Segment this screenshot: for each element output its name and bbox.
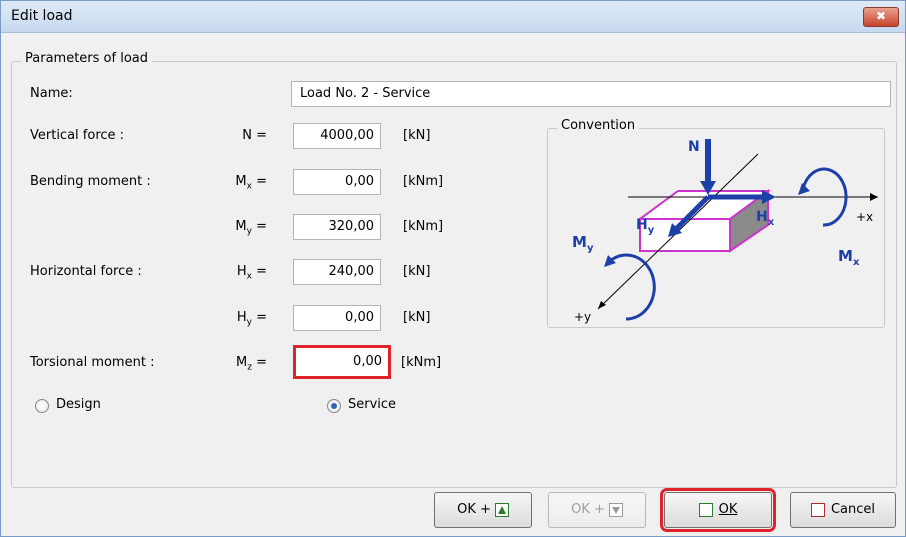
convention-group: N Hx Hy Mx My +x +y xyxy=(547,128,885,328)
arrow-down-icon xyxy=(608,502,623,517)
vertical-force-input[interactable]: 4000,00 xyxy=(293,123,381,149)
my-input[interactable]: 320,00 xyxy=(293,214,381,240)
mz-symbol: Mz = xyxy=(236,355,267,373)
mz-unit: [kNm] xyxy=(401,355,442,370)
ok-label: OK xyxy=(718,502,738,517)
mx-unit: [kNm] xyxy=(403,174,444,189)
design-radio-label[interactable]: Design xyxy=(56,397,101,412)
parameters-group-title: Parameters of load xyxy=(21,51,152,66)
ok-add-above-label: OK + xyxy=(457,502,491,517)
design-radio[interactable] xyxy=(35,399,49,413)
n-symbol: N = xyxy=(242,128,267,143)
convention-diagram: N Hx Hy Mx My +x +y xyxy=(572,139,878,324)
plus-x-label: +x xyxy=(856,210,873,224)
cancel-label: Cancel xyxy=(830,502,876,517)
title-bar: Edit load ✖ xyxy=(1,1,905,33)
arrow-up-icon xyxy=(494,502,509,517)
n-label: N xyxy=(688,139,700,155)
name-input[interactable]: Load No. 2 - Service xyxy=(291,81,891,107)
my-symbol: My = xyxy=(235,219,267,237)
hy-input[interactable]: 0,00 xyxy=(293,305,381,331)
ok-add-above-button[interactable]: OK + xyxy=(434,492,532,528)
vertical-force-label: Vertical force : xyxy=(30,128,125,143)
my-label: My xyxy=(572,233,594,254)
name-label: Name: xyxy=(30,86,73,101)
hx-symbol: Hx = xyxy=(236,264,267,282)
hx-input[interactable]: 240,00 xyxy=(293,259,381,285)
service-radio-label[interactable]: Service xyxy=(348,397,396,412)
edit-load-dialog: Edit load ✖ Parameters of load Name: Loa… xyxy=(0,0,906,537)
bending-moment-label: Bending moment : xyxy=(30,174,151,189)
ok-add-below-label: OK + xyxy=(571,502,605,517)
cancel-x-icon xyxy=(810,502,825,517)
torsional-moment-label: Torsional moment : xyxy=(30,355,155,370)
hy-symbol: Hy = xyxy=(236,310,267,328)
vertical-force-unit: [kN] xyxy=(403,128,431,143)
plus-y-label: +y xyxy=(574,310,591,324)
hy-unit: [kN] xyxy=(403,310,431,325)
checkmark-icon xyxy=(698,502,713,517)
hx-unit: [kN] xyxy=(403,264,431,279)
close-button[interactable]: ✖ xyxy=(863,7,899,27)
horizontal-force-label: Horizontal force : xyxy=(30,264,142,279)
convention-title: Convention xyxy=(557,118,640,133)
mx-label: Mx xyxy=(838,247,860,268)
ok-button[interactable]: OK xyxy=(660,488,776,532)
cancel-button[interactable]: Cancel xyxy=(790,492,896,528)
mz-input[interactable]: 0,00 xyxy=(293,345,391,379)
mx-input[interactable]: 0,00 xyxy=(293,169,381,195)
my-unit: [kNm] xyxy=(403,219,444,234)
window-title: Edit load xyxy=(11,8,73,24)
mx-symbol: Mx = xyxy=(235,174,267,192)
ok-add-below-button[interactable]: OK + xyxy=(548,492,646,528)
service-radio[interactable] xyxy=(327,399,341,413)
